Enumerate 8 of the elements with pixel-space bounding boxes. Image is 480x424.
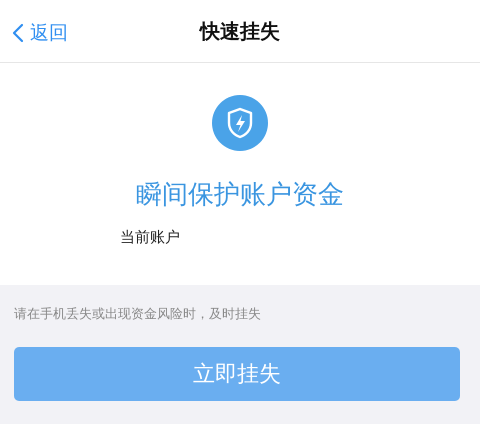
report-loss-button[interactable]: 立即挂失	[14, 347, 460, 401]
back-link[interactable]: 返回	[12, 20, 68, 46]
back-chevron-icon	[12, 23, 24, 43]
shield-icon	[212, 95, 268, 151]
page-title: 快速挂失	[200, 18, 280, 44]
hint-text: 请在手机丢失或出现资金风险时，及时挂失	[14, 306, 262, 323]
account-label: 当前账户	[120, 228, 180, 247]
headline: 瞬间保护账户资金	[136, 179, 344, 212]
